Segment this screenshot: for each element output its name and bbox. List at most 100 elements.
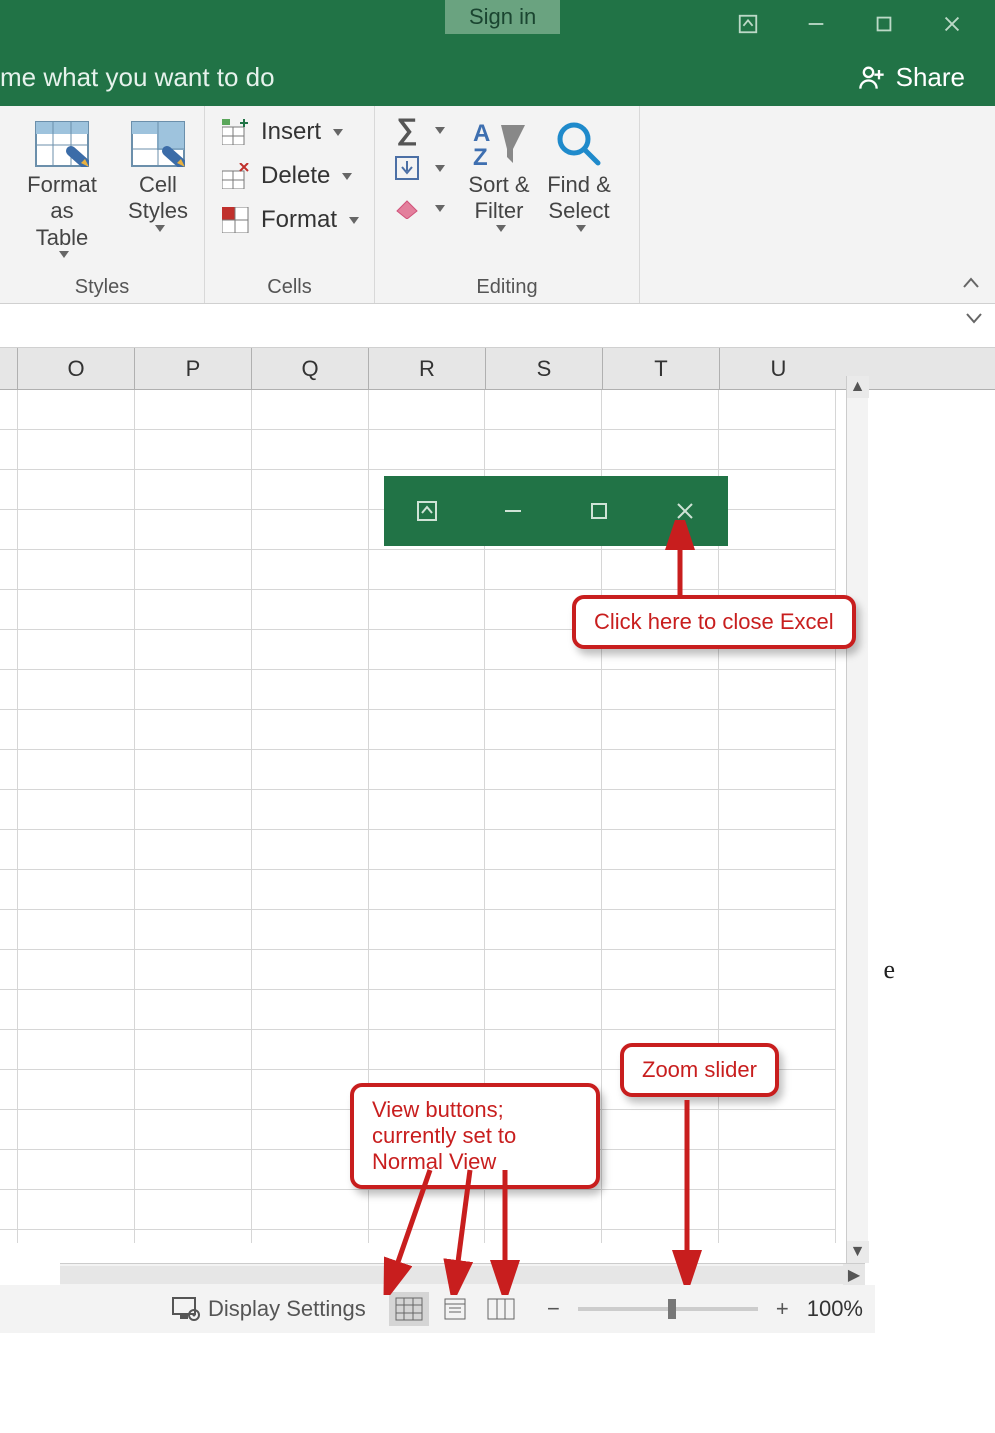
horizontal-scrollbar[interactable]: ▶	[60, 1263, 865, 1285]
cell[interactable]	[135, 710, 252, 749]
cell[interactable]	[485, 790, 602, 829]
cell[interactable]	[485, 1030, 602, 1069]
cell[interactable]	[369, 830, 486, 869]
cell[interactable]	[602, 830, 719, 869]
cell[interactable]	[369, 1230, 486, 1243]
cell[interactable]	[369, 790, 486, 829]
formula-bar[interactable]	[0, 304, 995, 348]
cell[interactable]	[602, 550, 719, 589]
cell[interactable]	[135, 470, 252, 509]
cell[interactable]	[602, 590, 719, 629]
zoom-slider-thumb[interactable]	[668, 1299, 676, 1319]
cell[interactable]	[135, 1190, 252, 1229]
cell[interactable]	[719, 1190, 836, 1229]
maximize-button[interactable]	[859, 0, 909, 48]
column-header[interactable]: U	[720, 348, 837, 389]
insert-cells-button[interactable]: Insert	[215, 114, 365, 150]
cell[interactable]	[369, 1030, 486, 1069]
cell[interactable]	[485, 870, 602, 909]
column-header[interactable]: S	[486, 348, 603, 389]
cell[interactable]	[369, 990, 486, 1029]
cell[interactable]	[0, 870, 18, 909]
cell[interactable]	[369, 910, 486, 949]
cell[interactable]	[602, 1150, 719, 1189]
formula-bar-expand-button[interactable]	[965, 310, 983, 329]
cell[interactable]	[602, 670, 719, 709]
vertical-scrollbar[interactable]: ▲ ▼	[846, 376, 868, 1263]
cell[interactable]	[719, 430, 836, 469]
cell[interactable]	[485, 550, 602, 589]
cell[interactable]	[252, 910, 369, 949]
cell[interactable]	[252, 710, 369, 749]
cell[interactable]	[0, 1070, 18, 1109]
cell[interactable]	[18, 430, 135, 469]
cell[interactable]	[369, 1110, 486, 1149]
clear-button[interactable]	[385, 192, 451, 224]
cell[interactable]	[602, 790, 719, 829]
cell[interactable]	[0, 510, 18, 549]
cell[interactable]	[485, 990, 602, 1029]
zoom-in-button[interactable]: +	[770, 1296, 795, 1322]
cell[interactable]	[719, 670, 836, 709]
scroll-track[interactable]	[60, 1266, 843, 1284]
cell[interactable]	[719, 1150, 836, 1189]
normal-view-button[interactable]	[389, 1292, 429, 1326]
cell[interactable]	[602, 750, 719, 789]
tell-me-input[interactable]	[0, 62, 500, 93]
cell[interactable]	[252, 830, 369, 869]
cell[interactable]	[485, 710, 602, 749]
cell[interactable]	[0, 830, 18, 869]
cell[interactable]	[719, 790, 836, 829]
cell[interactable]	[369, 750, 486, 789]
cell[interactable]	[719, 830, 836, 869]
cell[interactable]	[18, 1190, 135, 1229]
cell[interactable]	[0, 710, 18, 749]
cell[interactable]	[135, 390, 252, 429]
page-layout-view-button[interactable]	[435, 1292, 475, 1326]
cell[interactable]	[18, 590, 135, 629]
cell[interactable]	[18, 1110, 135, 1149]
scroll-up-arrow-icon[interactable]: ▲	[847, 376, 869, 398]
cell[interactable]	[485, 1110, 602, 1149]
format-cells-button[interactable]: Format	[215, 202, 365, 238]
cell[interactable]	[252, 790, 369, 829]
cell[interactable]	[719, 590, 836, 629]
cell[interactable]	[0, 590, 18, 629]
cell[interactable]	[252, 1150, 369, 1189]
cell[interactable]	[18, 670, 135, 709]
cell[interactable]	[369, 1190, 486, 1229]
cell[interactable]	[369, 950, 486, 989]
cell[interactable]	[252, 1070, 369, 1109]
cell[interactable]	[18, 830, 135, 869]
cell[interactable]	[602, 1030, 719, 1069]
cell[interactable]	[252, 510, 369, 549]
cell[interactable]	[18, 1070, 135, 1109]
cell[interactable]	[135, 830, 252, 869]
display-settings-button[interactable]: Display Settings	[172, 1296, 366, 1322]
cell[interactable]	[485, 950, 602, 989]
cell[interactable]	[485, 1070, 602, 1109]
cell[interactable]	[135, 630, 252, 669]
cell[interactable]	[719, 390, 836, 429]
zoom-out-button[interactable]: −	[541, 1296, 566, 1322]
cell[interactable]	[18, 790, 135, 829]
cell[interactable]	[369, 1070, 486, 1109]
cell[interactable]	[602, 990, 719, 1029]
cell[interactable]	[135, 670, 252, 709]
cell[interactable]	[135, 550, 252, 589]
cell[interactable]	[18, 390, 135, 429]
cell[interactable]	[719, 910, 836, 949]
delete-cells-button[interactable]: Delete	[215, 158, 365, 194]
cell[interactable]	[719, 750, 836, 789]
cell[interactable]	[135, 1230, 252, 1243]
cell[interactable]	[719, 510, 836, 549]
cell[interactable]	[252, 870, 369, 909]
cell[interactable]	[135, 870, 252, 909]
cell[interactable]	[18, 1150, 135, 1189]
cell[interactable]	[252, 750, 369, 789]
find-select-button[interactable]: Find & Select	[543, 112, 615, 236]
cell[interactable]	[252, 1230, 369, 1243]
scroll-down-arrow-icon[interactable]: ▼	[847, 1241, 869, 1263]
scroll-right-arrow-icon[interactable]: ▶	[843, 1264, 865, 1286]
cell[interactable]	[369, 550, 486, 589]
